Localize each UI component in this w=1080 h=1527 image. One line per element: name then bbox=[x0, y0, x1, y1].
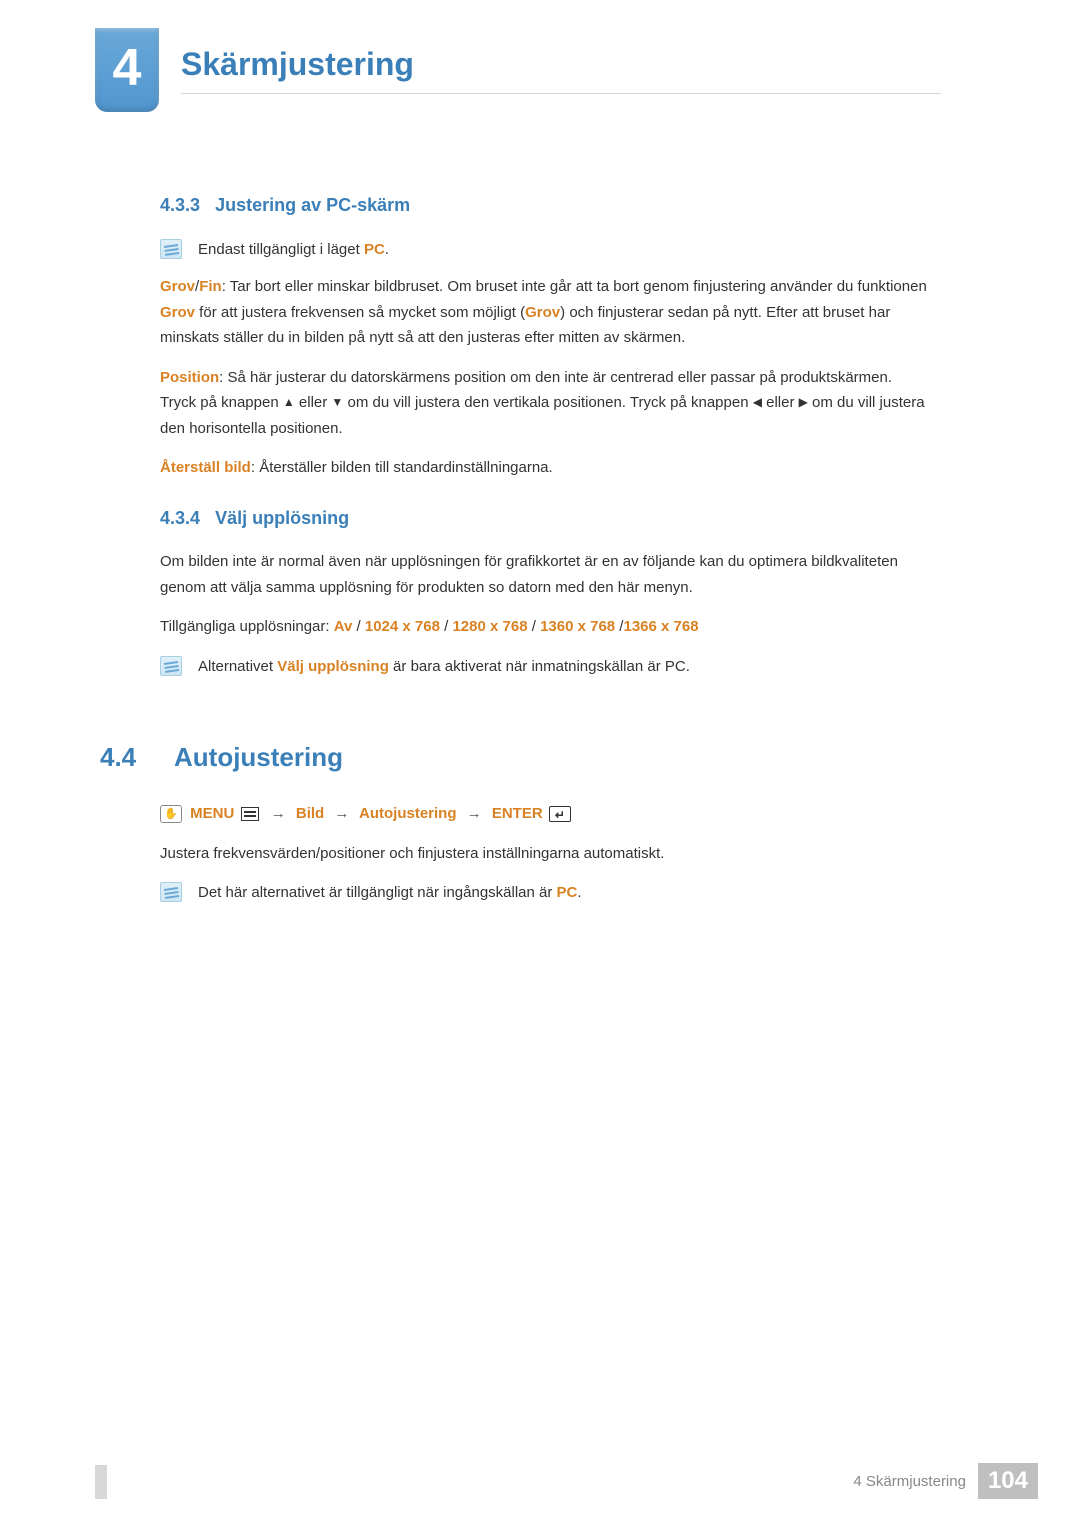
paragraph-grov-fin: Grov/Fin: Tar bort eller minskar bildbru… bbox=[160, 274, 930, 351]
note-text: Det här alternativet är tillgängligt när… bbox=[198, 880, 582, 906]
triangle-right-icon: ▶ bbox=[799, 392, 808, 412]
chapter-number: 4 bbox=[113, 38, 142, 98]
menu-icon bbox=[241, 807, 259, 821]
note-icon bbox=[160, 656, 182, 676]
note-icon bbox=[160, 882, 182, 902]
chapter-header: 4 Skärmjustering bbox=[95, 28, 941, 112]
paragraph-position: Position: Så här justerar du datorskärme… bbox=[160, 365, 930, 442]
page-footer: 4 Skärmjustering 104 bbox=[853, 1463, 1038, 1499]
note-row: Endast tillgängligt i läget PC. bbox=[160, 237, 930, 263]
footer-accent-bar bbox=[95, 1465, 107, 1499]
arrow-right-icon: → bbox=[467, 805, 482, 822]
page-number: 104 bbox=[978, 1463, 1038, 1499]
triangle-down-icon: ▼ bbox=[331, 392, 343, 412]
note-text: Endast tillgängligt i läget PC. bbox=[198, 237, 389, 263]
paragraph-reset: Återställ bild: Återställer bilden till … bbox=[160, 455, 930, 481]
paragraph-resolutions-list: Tillgängliga upplösningar: Av / 1024 x 7… bbox=[160, 614, 930, 640]
paragraph-autoadjust-desc: Justera frekvensvärden/positioner och fi… bbox=[160, 841, 930, 867]
note-icon bbox=[160, 239, 182, 259]
section-title: Autojustering bbox=[174, 735, 343, 779]
paragraph-resolution-desc: Om bilden inte är normal även när upplös… bbox=[160, 549, 930, 600]
menu-navigation-path: ✋ MENU → Bild → Autojustering → ENTER bbox=[160, 801, 930, 827]
section-number: 4.4 bbox=[100, 735, 150, 779]
section-heading-434: 4.3.4 Välj upplösning bbox=[160, 503, 930, 534]
section-title: Justering av PC-skärm bbox=[215, 195, 410, 215]
note-text: Alternativet Välj upplösning är bara akt… bbox=[198, 654, 690, 680]
enter-icon bbox=[549, 806, 571, 822]
chapter-title: Skärmjustering bbox=[181, 46, 941, 94]
arrow-right-icon: → bbox=[271, 805, 286, 822]
note-row: Alternativet Välj upplösning är bara akt… bbox=[160, 654, 930, 680]
footer-chapter-label: 4 Skärmjustering bbox=[853, 1473, 966, 1490]
section-heading-433: 4.3.3 Justering av PC-skärm bbox=[160, 190, 930, 221]
arrow-right-icon: → bbox=[334, 805, 349, 822]
chapter-number-badge: 4 bbox=[95, 28, 159, 112]
note-row: Det här alternativet är tillgängligt när… bbox=[160, 880, 930, 906]
section-title: Välj upplösning bbox=[215, 508, 349, 528]
section-heading-44: 4.4 Autojustering bbox=[100, 735, 930, 779]
remote-icon: ✋ bbox=[160, 805, 182, 823]
triangle-left-icon: ◀ bbox=[753, 392, 762, 412]
section-number: 4.3.3 bbox=[160, 195, 200, 215]
triangle-up-icon: ▲ bbox=[283, 392, 295, 412]
section-number: 4.3.4 bbox=[160, 508, 200, 528]
